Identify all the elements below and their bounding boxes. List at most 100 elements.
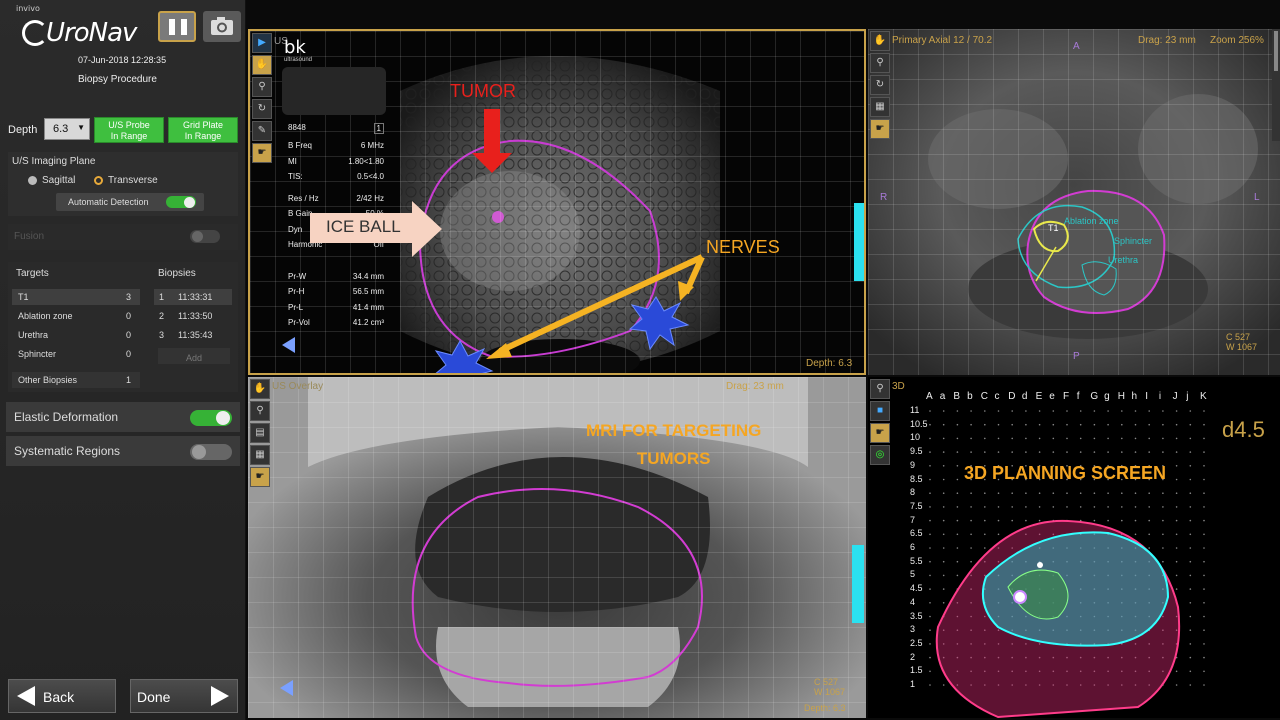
elastic-toggle[interactable] <box>190 410 232 426</box>
axial-zoom: Zoom 256% <box>1210 35 1264 46</box>
grid-dot <box>1189 574 1192 577</box>
zoom-tool[interactable]: ⚲ <box>250 401 270 421</box>
grid-dot <box>956 519 959 522</box>
grid-dot <box>942 451 945 453</box>
fusion-label: Fusion <box>14 231 45 242</box>
grid-dot <box>929 588 931 590</box>
done-button[interactable]: Done <box>130 679 238 713</box>
target-row-sphincter[interactable]: Sphincter 0 <box>12 346 140 362</box>
grid-dot <box>1175 451 1178 453</box>
grid-dot <box>1025 451 1027 453</box>
grid-dot <box>1066 451 1068 453</box>
rotate-tool[interactable]: ↻ <box>870 75 890 95</box>
grid-dot <box>1107 519 1109 522</box>
grid-dot <box>1025 519 1027 522</box>
grid-dot <box>1052 506 1055 508</box>
other-biopsies-row[interactable]: Other Biopsies 1 <box>12 372 140 388</box>
grid-dot <box>997 451 1000 453</box>
grid-dot <box>1093 506 1096 508</box>
target-row-urethra[interactable]: Urethra 0 <box>12 327 140 343</box>
grid-dot <box>1203 478 1205 481</box>
swirl-logo-icon <box>22 20 48 46</box>
us-annotations <box>310 109 705 373</box>
sagittal-radio[interactable] <box>28 176 37 185</box>
planning-3d-panel[interactable]: ⚲ ■ ☛ ◎ 3D AaBbCcDdEeFfGgHhIiJjK 11 10.5 1… <box>868 377 1280 718</box>
grid-dot <box>1175 423 1178 426</box>
primary-axial-panel[interactable]: ✋ ⚲ ↻ ▦ ☛ Primary Axial 12 / 70.2 Drag: … <box>868 29 1280 375</box>
tumor-annotation: TUMOR <box>450 81 516 101</box>
grid-dot <box>1203 656 1205 659</box>
grid-dot <box>1134 437 1137 440</box>
grid-dot <box>1066 423 1068 426</box>
layers-tool[interactable]: ▤ <box>250 423 270 443</box>
grid-dot <box>1093 423 1096 426</box>
left-marker-icon <box>280 680 293 696</box>
target-row-ablation[interactable]: Ablation zone 0 <box>12 308 140 324</box>
grid-dot <box>1038 492 1041 494</box>
grid-dot <box>1038 519 1041 522</box>
grid-dot <box>942 478 945 481</box>
grid-dot <box>984 437 986 440</box>
grid-coordinate: d4.5 <box>1222 417 1265 442</box>
grid-dot <box>1025 437 1027 440</box>
grid-dot <box>1121 423 1123 426</box>
pause-button[interactable] <box>158 11 196 42</box>
axial-drag: Drag: 23 mm <box>1138 35 1196 46</box>
biopsy-row[interactable]: 3 11:35:43 <box>154 327 232 343</box>
pan-tool[interactable]: ✋ <box>250 379 270 399</box>
grid-dot <box>1079 437 1082 440</box>
grid-dot <box>942 547 945 549</box>
grid-dot <box>1148 547 1150 549</box>
grid-dot <box>1134 451 1137 453</box>
camera-button[interactable] <box>203 11 241 42</box>
overlay-cw: C 527 W 1067 <box>814 677 846 697</box>
hand-tool[interactable]: ☛ <box>250 467 270 487</box>
grid-dot <box>1038 410 1041 412</box>
ultrasound-panel[interactable]: ▶ ✋ ⚲ ↻ ✎ ☛ US bk ultrasound 8848 1 B Fr… <box>248 29 866 375</box>
grid-dot <box>1175 410 1178 412</box>
grid-dot <box>997 492 1000 494</box>
add-biopsy-button[interactable]: Add <box>158 348 230 364</box>
biopsy-row[interactable]: 2 11:33:50 <box>154 308 232 324</box>
depth-select[interactable]: 6.3 ▼ <box>44 118 90 140</box>
add-label: Add <box>185 353 202 363</box>
grid-dot <box>942 465 945 467</box>
systematic-toggle[interactable] <box>190 444 232 460</box>
transverse-radio[interactable] <box>94 176 103 185</box>
grid-dot <box>1189 602 1192 604</box>
grid-dot <box>929 670 931 673</box>
axial-scrollbar[interactable] <box>1272 29 1280 141</box>
grid-dot <box>984 423 986 426</box>
grid-dot <box>1066 410 1068 412</box>
grid-dot <box>1038 506 1041 508</box>
biopsy-row[interactable]: 1 11:33:31 <box>154 289 232 305</box>
back-button[interactable]: Back <box>8 679 116 713</box>
us-overlay-panel[interactable]: ✋ ⚲ ▤ ▦ ☛ US Overlay Drag: 23 mm MRI FOR… <box>248 377 866 718</box>
zoom-tool[interactable]: ⚲ <box>870 53 890 73</box>
window-level-tool[interactable]: ▦ <box>250 445 270 465</box>
grid-dot <box>997 410 1000 412</box>
nerves-annotation: NERVES <box>706 237 780 257</box>
target-row-t1[interactable]: T1 3 <box>12 289 140 305</box>
grid-dot <box>1189 560 1192 563</box>
hand-tool[interactable]: ☛ <box>870 119 890 139</box>
pan-tool[interactable]: ✋ <box>870 31 890 51</box>
grid-dot <box>984 492 986 494</box>
grid-dot <box>942 684 945 686</box>
sphincter-label: Sphincter <box>1114 236 1153 246</box>
grid-status-button[interactable]: Grid Plate In Range <box>168 117 238 143</box>
grid-dot <box>1025 506 1027 508</box>
overlay-depth: Depth: 6.3 <box>804 703 846 713</box>
grid-dot <box>956 492 959 494</box>
grid-dot <box>1107 492 1109 494</box>
overlay-drag: Drag: 23 mm <box>726 381 784 392</box>
fusion-toggle[interactable] <box>190 230 220 243</box>
grid-dot <box>1203 410 1205 412</box>
window-level-tool[interactable]: ▦ <box>870 97 890 117</box>
grid-dot <box>1189 492 1192 494</box>
grid-dot <box>942 437 945 440</box>
grid-dot <box>1134 423 1137 426</box>
probe-status-button[interactable]: U/S Probe In Range <box>94 117 164 143</box>
grid-dot <box>929 506 931 508</box>
auto-detect-toggle[interactable] <box>166 196 196 208</box>
